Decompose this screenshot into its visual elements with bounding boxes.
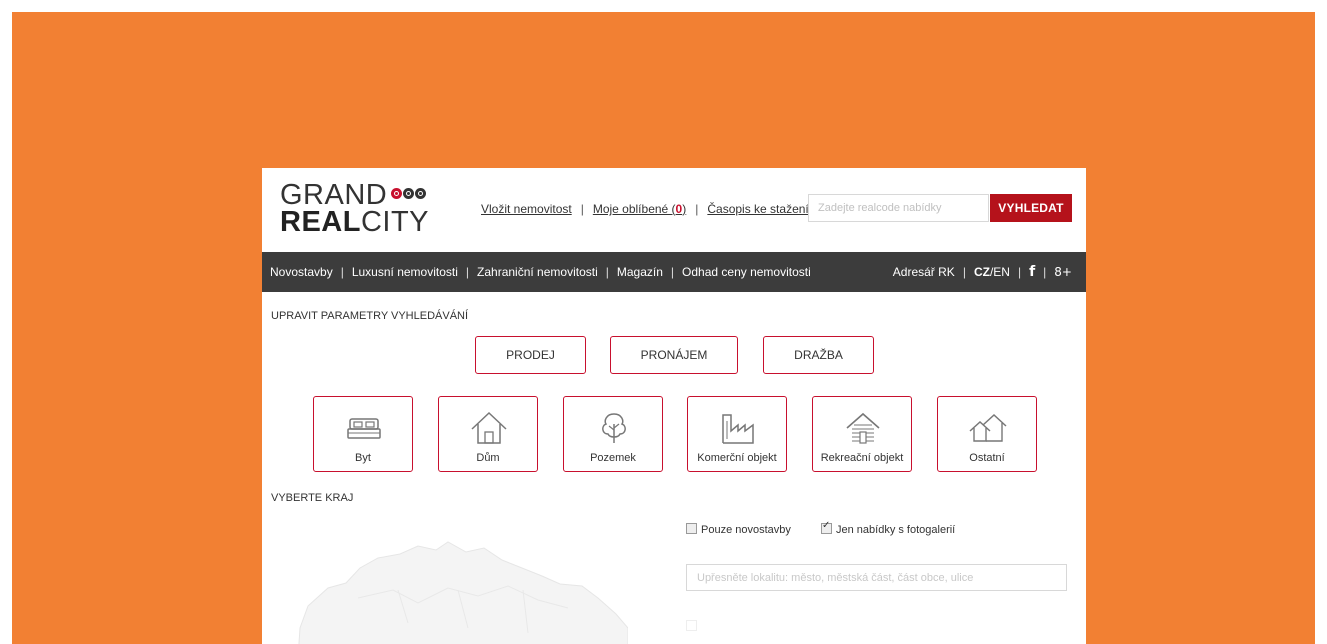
category-commercial[interactable]: Komerční objekt xyxy=(687,396,787,472)
search-params-title: UPRAVIT PARAMETRY VYHLEDÁVÁNÍ xyxy=(271,310,469,322)
category-label: Komerční objekt xyxy=(697,452,777,464)
checkbox-box[interactable] xyxy=(686,523,697,534)
faded-option xyxy=(686,620,806,632)
sale-button[interactable]: PRODEJ xyxy=(475,336,586,374)
facebook-icon[interactable]: f xyxy=(1029,264,1035,280)
header-links: Vložit nemovitost | Moje oblíbené (0) | Časo… xyxy=(481,202,809,216)
cabin-icon xyxy=(846,412,880,444)
nav-item-agency-directory[interactable]: Adresář RK xyxy=(893,265,955,279)
main-nav: Novostavby | Luxusní nemovitosti | Zahraničn… xyxy=(262,252,1086,292)
nav-item-abroad[interactable]: Zahraniční nemovitosti xyxy=(477,265,598,279)
region-title: VYBERTE KRAJ xyxy=(271,492,354,504)
language-switch[interactable]: CZ/EN xyxy=(974,265,1010,279)
logo-dots-icon xyxy=(391,186,427,199)
with-gallery-checkbox[interactable]: Jen nabídky s fotogalerií xyxy=(821,520,956,536)
search-button[interactable]: VYHLEDAT xyxy=(990,194,1072,222)
category-flat[interactable]: Byt xyxy=(313,396,413,472)
google-plus-icon[interactable]: 8+ xyxy=(1054,265,1072,279)
rent-button[interactable]: PRONÁJEM xyxy=(610,336,738,374)
category-label: Byt xyxy=(355,452,371,464)
tree-icon xyxy=(602,413,626,443)
category-house[interactable]: Dům xyxy=(438,396,538,472)
logo-line-realcity: REALCITY xyxy=(280,206,430,238)
category-land[interactable]: Pozemek xyxy=(563,396,663,472)
checkbox-box[interactable] xyxy=(821,520,832,534)
category-label: Rekreační objekt xyxy=(820,452,904,464)
category-label: Dům xyxy=(476,452,500,464)
logo[interactable]: GRAND REALCITY xyxy=(280,180,440,240)
nav-item-novostavby[interactable]: Novostavby xyxy=(270,265,333,279)
realcode-search-input[interactable] xyxy=(808,194,989,222)
auction-button[interactable]: DRAŽBA xyxy=(763,336,874,374)
nav-item-luxury[interactable]: Luxusní nemovitosti xyxy=(352,265,458,279)
bed-icon xyxy=(347,418,381,439)
factory-icon xyxy=(722,414,754,444)
category-label: Pozemek xyxy=(590,452,636,464)
checkbox-label: Pouze novostavby xyxy=(701,524,791,536)
add-property-link[interactable]: Vložit nemovitost xyxy=(481,202,572,216)
site-header: GRAND REALCITY Vložit nemovitost | Moje ob… xyxy=(262,168,1086,252)
location-input[interactable] xyxy=(686,564,1067,591)
houses-icon xyxy=(969,413,1007,442)
category-label: Ostatní xyxy=(969,452,1005,464)
only-new-checkbox[interactable]: Pouze novostavby xyxy=(686,523,791,536)
realcity-page: GRAND REALCITY Vložit nemovitost | Moje ob… xyxy=(262,168,1086,644)
category-other[interactable]: Ostatní xyxy=(937,396,1037,472)
checkbox-label: Jen nabídky s fotogalerií xyxy=(836,524,956,536)
czech-regions-map[interactable] xyxy=(298,528,628,644)
nav-item-magazine[interactable]: Magazín xyxy=(617,265,663,279)
favorites-link[interactable]: Moje oblíbené (0) xyxy=(593,202,686,216)
magazine-download-link[interactable]: Časopis ke stažení xyxy=(707,202,808,216)
nav-item-valuation[interactable]: Odhad ceny nemovitosti xyxy=(682,265,811,279)
category-recreational[interactable]: Rekreační objekt xyxy=(812,396,912,472)
house-icon xyxy=(471,411,507,444)
